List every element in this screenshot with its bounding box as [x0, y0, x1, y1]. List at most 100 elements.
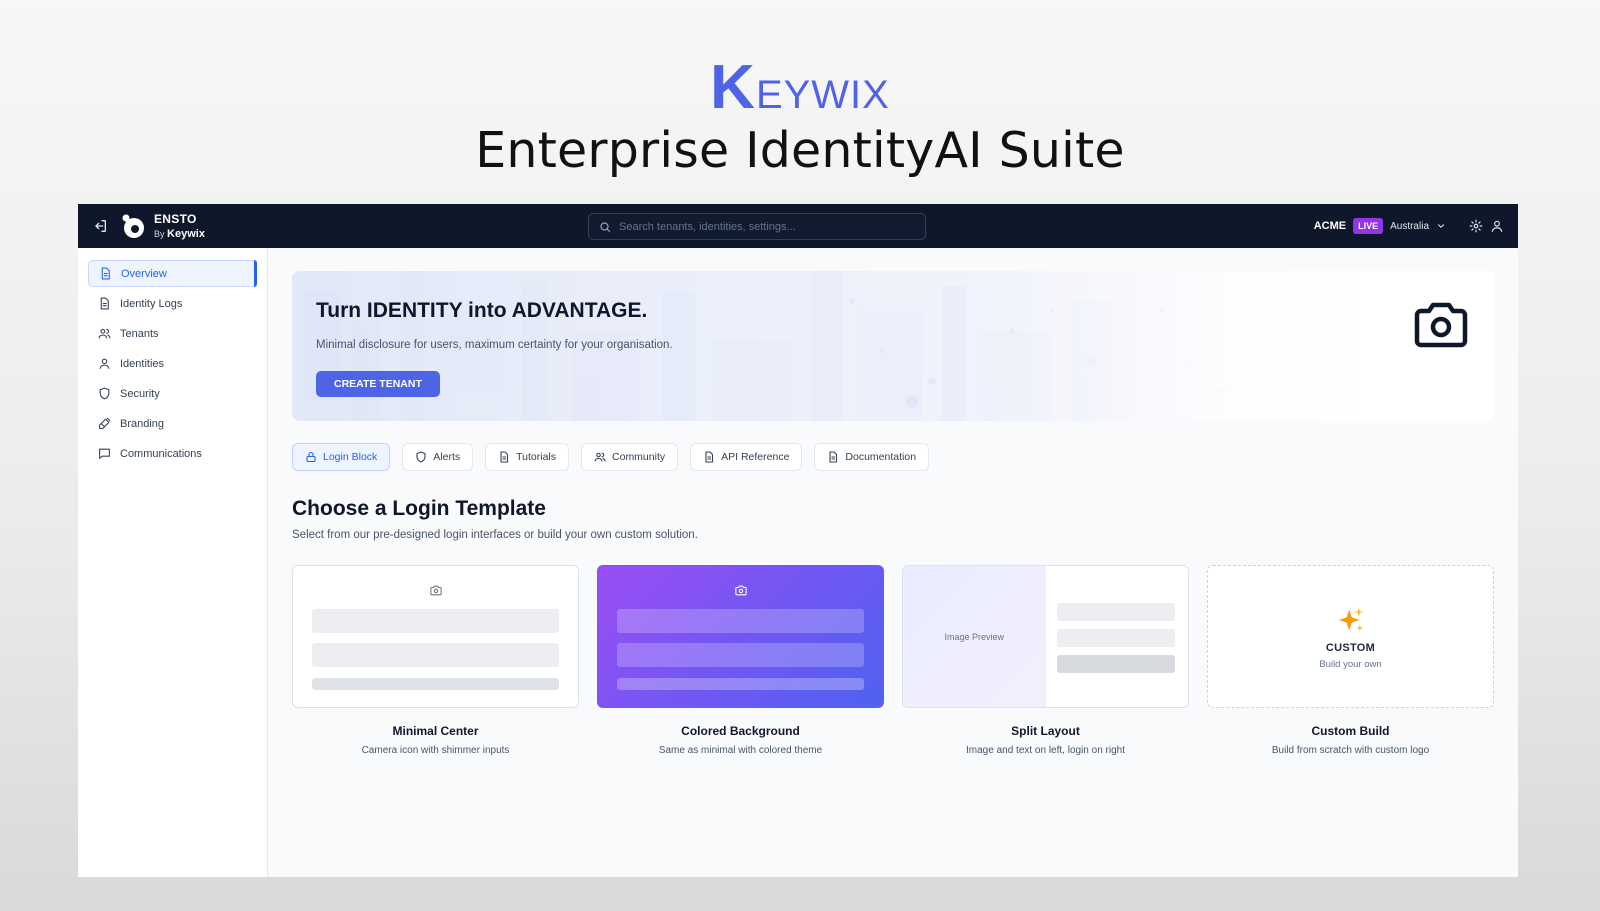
- document-icon: [705, 451, 714, 463]
- chip-api-reference[interactable]: API Reference: [690, 443, 803, 471]
- document-icon: [500, 451, 509, 463]
- template-minimal-center[interactable]: Minimal Center Camera icon with shimmer …: [292, 565, 579, 756]
- sidebar: Overview Identity Logs Tenants Identitie…: [78, 248, 268, 877]
- sidebar-item-identity-logs[interactable]: Identity Logs: [88, 290, 257, 317]
- chip-login-block[interactable]: Login Block: [292, 443, 391, 471]
- sidebar-item-overview[interactable]: Overview: [88, 260, 257, 287]
- banner-title: Turn IDENTITY into ADVANTAGE.: [316, 299, 648, 322]
- template-name: Colored Background: [681, 724, 800, 738]
- section-title: Choose a Login Template: [292, 497, 546, 520]
- hero-tagline: Enterprise IdentityAI Suite: [475, 122, 1125, 179]
- shimmer-input: [617, 609, 864, 633]
- gear-icon[interactable]: [1469, 219, 1483, 233]
- env-badge: LIVE: [1353, 218, 1384, 234]
- camera-icon: [429, 585, 442, 596]
- image-preview-panel: Image Preview: [903, 566, 1046, 707]
- shimmer-input: [617, 643, 864, 667]
- sidebar-item-label: Overview: [121, 267, 167, 280]
- sidebar-item-tenants[interactable]: Tenants: [88, 320, 257, 347]
- template-description: Camera icon with shimmer inputs: [361, 745, 510, 756]
- chip-documentation[interactable]: Documentation: [814, 443, 930, 471]
- sidebar-item-communications[interactable]: Communications: [88, 440, 257, 467]
- camera-icon: [734, 585, 747, 596]
- region-select[interactable]: Australia: [1390, 221, 1429, 232]
- users-icon: [98, 328, 111, 339]
- chip-tutorials[interactable]: Tutorials: [485, 443, 570, 471]
- template-description: Image and text on left, login on right: [966, 745, 1125, 756]
- brand-logo: KEYWIX: [0, 52, 1600, 123]
- brand-initial: K: [710, 53, 756, 122]
- chip-label: API Reference: [721, 451, 790, 463]
- chip-label: Alerts: [433, 451, 461, 463]
- search-icon: [600, 221, 611, 232]
- shimmer-button: [617, 678, 864, 690]
- shield-icon: [99, 387, 110, 400]
- create-tenant-button[interactable]: CREATE TENANT: [316, 371, 440, 397]
- chip-label: Login Block: [323, 451, 378, 463]
- template-preview[interactable]: [292, 565, 579, 708]
- template-custom-build[interactable]: CUSTOM Build your own Custom Build Build…: [1207, 565, 1494, 756]
- sidebar-item-label: Communications: [120, 447, 202, 460]
- user-icon[interactable]: [1490, 219, 1504, 233]
- hero-banner: Turn IDENTITY into ADVANTAGE. Minimal di…: [292, 271, 1495, 421]
- sidebar-item-label: Branding: [120, 417, 165, 430]
- byline-prefix: By: [154, 229, 165, 239]
- quick-links: Login Block Alerts Tutorials Community A…: [292, 443, 1495, 471]
- chevron-down-icon[interactable]: [1436, 221, 1446, 231]
- template-description: Build from scratch with custom logo: [1271, 745, 1430, 756]
- section-subtitle: Select from our pre-designed login inter…: [292, 529, 698, 541]
- sidebar-item-label: Tenants: [120, 327, 159, 340]
- tenant-name[interactable]: ACME: [1314, 220, 1346, 232]
- brand-rest: EYWIX: [755, 73, 890, 117]
- sidebar-item-identities[interactable]: Identities: [88, 350, 257, 377]
- search-input[interactable]: [619, 220, 919, 233]
- sidebar-item-label: Identities: [120, 357, 165, 370]
- chip-community[interactable]: Community: [581, 443, 679, 471]
- shimmer-input: [1057, 629, 1175, 647]
- template-preview[interactable]: CUSTOM Build your own: [1207, 565, 1494, 708]
- app-window: ENSTO By Keywix ACME LIVE Australia Over…: [78, 204, 1518, 877]
- sidebar-item-security[interactable]: Security: [88, 380, 257, 407]
- sidebar-item-label: Identity Logs: [120, 297, 183, 310]
- template-colored-background[interactable]: Colored Background Same as minimal with …: [597, 565, 884, 756]
- chip-label: Community: [612, 451, 666, 463]
- template-name: Split Layout: [1011, 724, 1080, 738]
- document-icon: [100, 297, 109, 310]
- custom-card-subtitle: Build your own: [1319, 658, 1382, 670]
- custom-card-title: CUSTOM: [1325, 641, 1376, 654]
- sidebar-item-branding[interactable]: Branding: [88, 410, 257, 437]
- top-navbar: ENSTO By Keywix ACME LIVE Australia: [78, 204, 1518, 248]
- shimmer-button: [1057, 655, 1175, 673]
- chip-label: Documentation: [845, 451, 917, 463]
- template-split-layout[interactable]: Image Preview Split Layout Image and tex…: [902, 565, 1189, 756]
- main-content: Turn IDENTITY into ADVANTAGE. Minimal di…: [269, 248, 1518, 877]
- template-preview[interactable]: [597, 565, 884, 708]
- product-byline: By Keywix: [154, 228, 205, 240]
- shimmer-button: [312, 678, 559, 690]
- topbar-right: ACME LIVE Australia: [1314, 204, 1504, 248]
- shimmer-input: [312, 609, 559, 633]
- brush-icon: [98, 417, 111, 430]
- template-preview[interactable]: Image Preview: [902, 565, 1189, 708]
- sparkle-icon: [1338, 607, 1363, 631]
- user-icon: [99, 358, 110, 369]
- shimmer-input: [1057, 603, 1175, 621]
- camera-icon: [1414, 302, 1468, 348]
- document-icon: [101, 267, 110, 280]
- template-name: Custom Build: [1311, 724, 1390, 738]
- product-name: ENSTO: [154, 212, 197, 226]
- banner-subtitle: Minimal disclosure for users, maximum ce…: [316, 339, 673, 351]
- template-description: Same as minimal with colored theme: [658, 745, 823, 756]
- chip-label: Tutorials: [516, 451, 557, 463]
- message-icon: [99, 448, 110, 459]
- lock-icon: [306, 451, 316, 463]
- template-grid: Minimal Center Camera icon with shimmer …: [292, 565, 1495, 756]
- users-icon: [594, 452, 606, 462]
- template-name: Minimal Center: [392, 724, 479, 738]
- shimmer-input: [312, 643, 559, 667]
- byline-brand: Keywix: [167, 228, 205, 240]
- sidebar-item-label: Security: [120, 387, 160, 400]
- exit-icon[interactable]: [92, 218, 108, 234]
- global-search[interactable]: [588, 213, 926, 240]
- chip-alerts[interactable]: Alerts: [402, 443, 474, 471]
